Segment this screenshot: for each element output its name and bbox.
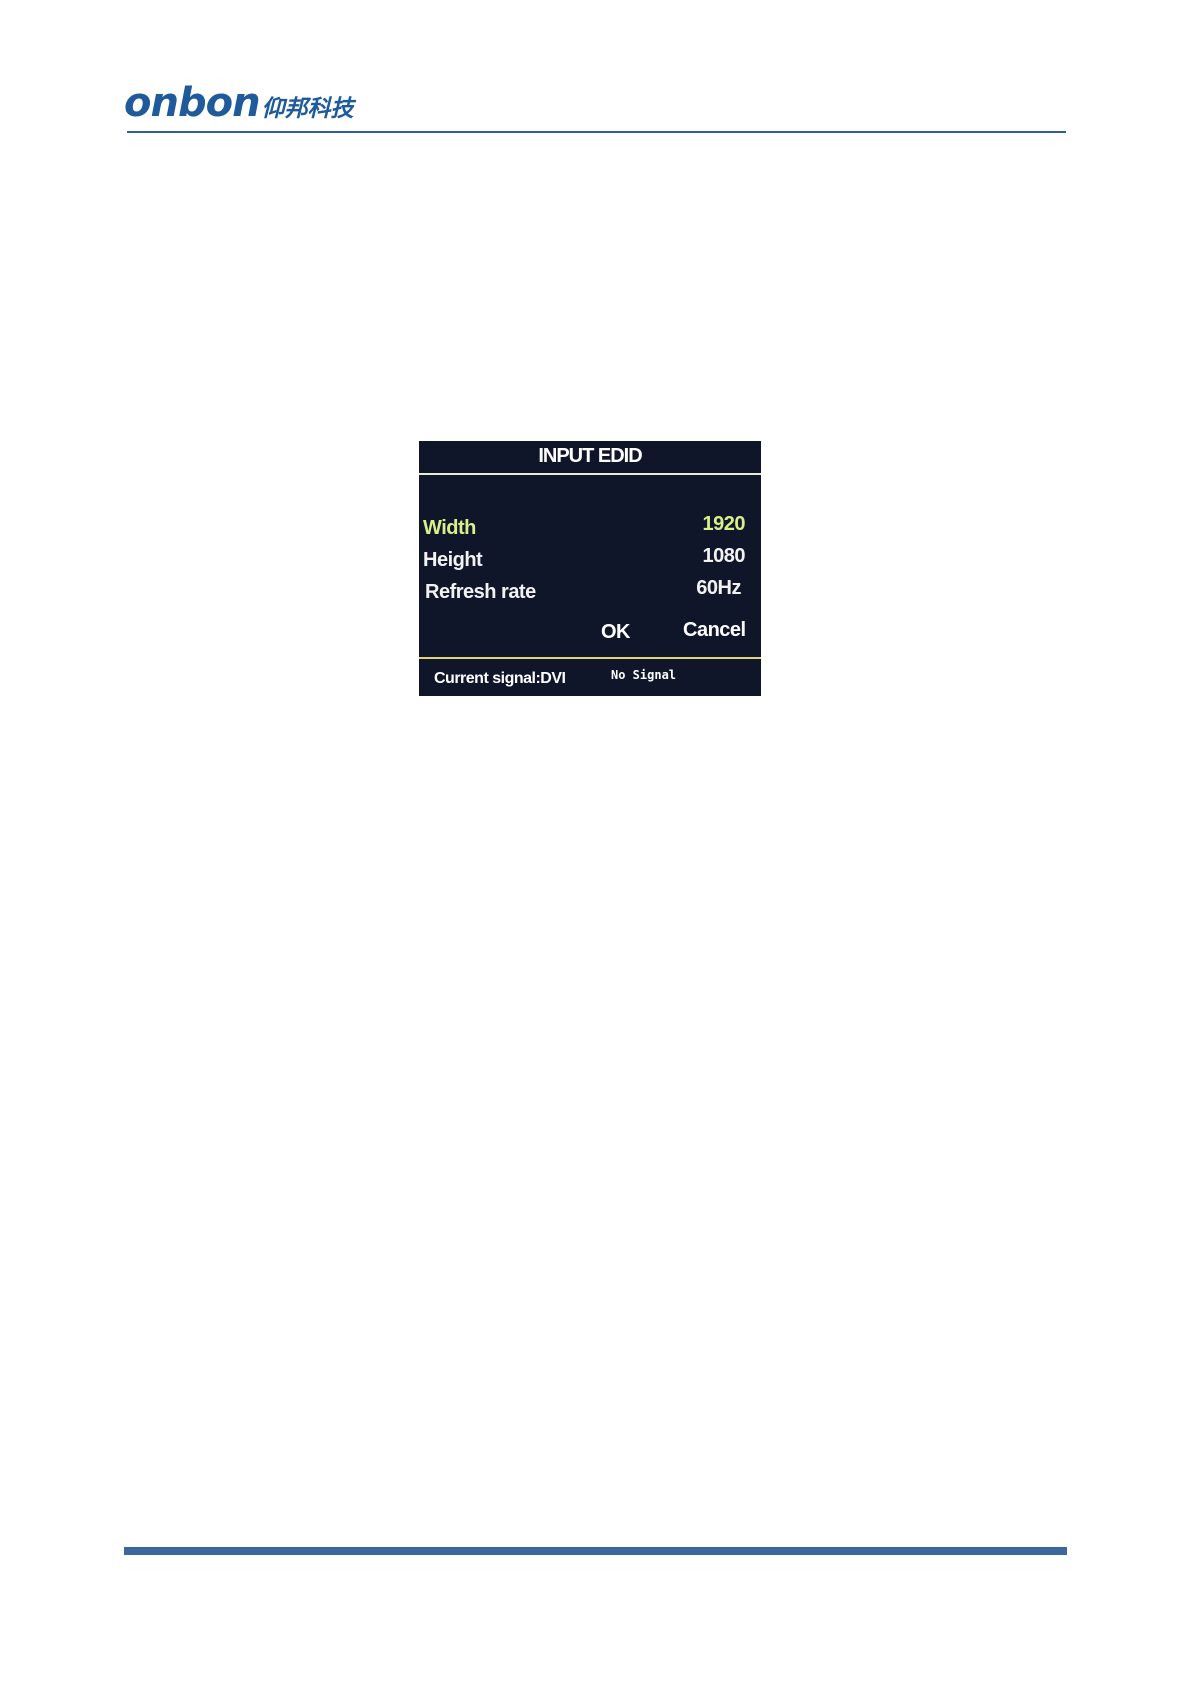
refresh-rate-label[interactable]: Refresh rate xyxy=(425,581,536,604)
title-divider xyxy=(419,473,761,475)
onbon-logo: onbon 仰邦科技 xyxy=(124,80,354,132)
refresh-rate-value[interactable]: 60Hz xyxy=(696,577,741,600)
width-value[interactable]: 1920 xyxy=(703,513,746,536)
width-label[interactable]: Width xyxy=(423,517,476,540)
cancel-button[interactable]: Cancel xyxy=(683,619,746,642)
logo-chinese-name: 仰邦科技 xyxy=(261,96,354,122)
height-value[interactable]: 1080 xyxy=(703,545,746,568)
signal-state-text: No Signal xyxy=(611,668,677,682)
page-header: onbon 仰邦科技 xyxy=(124,80,1066,136)
edid-screen-photo: INPUT EDID Width 1920 Height 1080 Refres… xyxy=(419,441,761,696)
screen-title: INPUT EDID xyxy=(538,445,642,467)
ok-button[interactable]: OK xyxy=(601,621,631,644)
logo-wordmark: onbon xyxy=(124,80,261,126)
status-divider xyxy=(419,657,761,659)
header-divider xyxy=(127,131,1066,133)
height-label[interactable]: Height xyxy=(423,549,483,572)
current-signal-text: Current signal:DVI xyxy=(434,670,566,687)
footer-divider xyxy=(124,1547,1067,1555)
